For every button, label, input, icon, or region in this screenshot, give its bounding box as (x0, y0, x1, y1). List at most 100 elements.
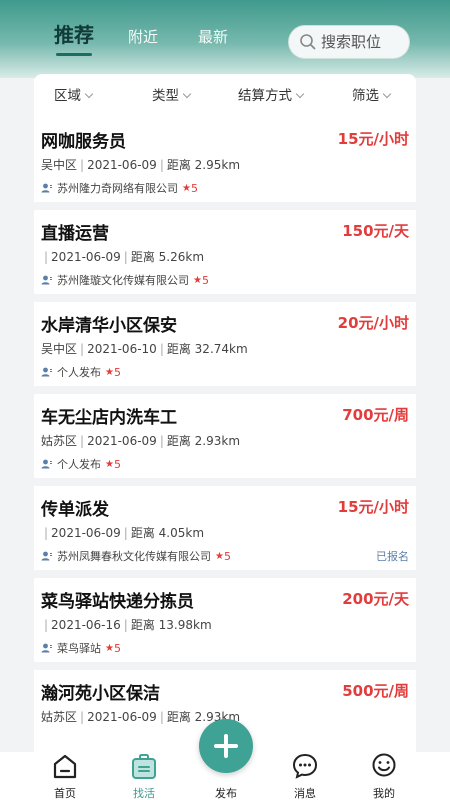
user-icon (41, 459, 52, 469)
poster-rating: 5 (113, 457, 121, 471)
job-card[interactable]: 传单派发 15元/小时 | 2021-06-09 | 距离 4.05km 苏州凤舞春秋… (34, 486, 416, 570)
nav-home[interactable]: 首页 (35, 752, 95, 800)
job-poster: 苏州隆璇文化传媒有限公司 ★ 5 (41, 272, 209, 288)
poster-name: 个人发布 (57, 458, 101, 471)
chevron-down-icon (84, 89, 94, 99)
poster-rating: 5 (113, 641, 121, 655)
job-card[interactable]: 网咖服务员 15元/小时 吴中区 | 2021-06-09 | 距离 2.95km 苏州… (34, 118, 416, 202)
job-district: 姑苏区 (41, 434, 78, 448)
tab-latest[interactable]: 最新 (198, 19, 228, 55)
job-poster: 苏州隆力奇网络有限公司 ★ 5 (41, 180, 198, 196)
job-distance: 距离 13.98km (130, 618, 212, 632)
user-icon (41, 183, 52, 193)
job-salary: 150元/天 (342, 222, 409, 240)
job-date: 2021-06-09 (51, 250, 121, 264)
filter-label: 结算方式 (238, 88, 292, 104)
poster-rating: 5 (223, 549, 231, 563)
tab-nearby[interactable]: 附近 (128, 19, 158, 55)
nav-find-jobs[interactable]: 找活 (114, 752, 174, 800)
job-meta: 姑苏区 | 2021-06-09 | 距离 2.93km (41, 434, 241, 448)
job-distance: 距离 4.05km (130, 526, 205, 540)
nav-label: 消息 (294, 787, 316, 800)
job-title: 直播运营 (41, 224, 109, 244)
job-card[interactable]: 直播运营 150元/天 | 2021-06-09 | 距离 5.26km 苏州隆璇文化… (34, 210, 416, 294)
job-meta: | 2021-06-09 | 距离 5.26km (44, 250, 205, 264)
job-salary: 15元/小时 (337, 130, 409, 148)
tab-label: 最新 (198, 28, 229, 46)
filter-label: 筛选 (352, 88, 379, 104)
job-title: 网咖服务员 (41, 132, 126, 152)
job-district: 吴中区 (41, 342, 78, 356)
filter-type[interactable]: 类型 (152, 74, 192, 118)
job-poster: 个人发布 ★ 5 (41, 456, 121, 472)
star-icon: ★ (105, 458, 114, 470)
chevron-down-icon (382, 89, 392, 99)
job-date: 2021-06-09 (87, 434, 157, 448)
job-date: 2021-06-10 (87, 342, 157, 356)
search-box[interactable] (288, 25, 410, 59)
nav-messages[interactable]: 消息 (275, 752, 335, 800)
job-date: 2021-06-09 (87, 710, 157, 724)
nav-label: 找活 (133, 787, 155, 800)
star-icon: ★ (215, 550, 224, 562)
job-district: 姑苏区 (41, 710, 78, 724)
tab-recommended[interactable]: 推荐 (54, 18, 94, 56)
job-meta: | 2021-06-09 | 距离 4.05km (44, 526, 205, 540)
job-salary: 200元/天 (342, 590, 409, 608)
poster-name: 苏州隆力奇网络有限公司 (57, 182, 178, 195)
poster-name: 个人发布 (57, 366, 101, 379)
job-meta: 吴中区 | 2021-06-10 | 距离 32.74km (41, 342, 248, 356)
filter-label: 类型 (152, 88, 179, 104)
filter-label: 区域 (54, 88, 81, 104)
chevron-down-icon (295, 89, 305, 99)
job-date: 2021-06-16 (51, 618, 121, 632)
tab-label: 推荐 (54, 23, 94, 47)
job-meta: 吴中区 | 2021-06-09 | 距离 2.95km (41, 158, 241, 172)
job-poster: 苏州凤舞春秋文化传媒有限公司 ★ 5 (41, 548, 231, 564)
filter-bar: 区域 类型 结算方式 筛选 (34, 74, 416, 118)
briefcase-icon (132, 754, 156, 779)
job-title: 瀚河苑小区保洁 (41, 684, 160, 704)
filter-settlement[interactable]: 结算方式 (238, 74, 305, 118)
header: 推荐 附近 最新 (0, 0, 450, 78)
job-distance: 距离 2.93km (166, 434, 241, 448)
smile-face-icon (372, 753, 396, 777)
job-date: 2021-06-09 (51, 526, 121, 540)
poster-name: 菜鸟驿站 (57, 642, 101, 655)
job-distance: 距离 2.95km (166, 158, 241, 172)
job-salary: 20元/小时 (337, 314, 409, 332)
job-poster: 个人发布 ★ 5 (41, 364, 121, 380)
job-title: 车无尘店内洗车工 (41, 408, 177, 428)
user-icon (41, 643, 52, 653)
top-tabs: 推荐 附近 最新 (0, 18, 280, 58)
search-input[interactable] (321, 33, 403, 51)
publish-label: 发布 (215, 787, 237, 800)
poster-name: 苏州凤舞春秋文化传媒有限公司 (57, 550, 211, 563)
job-salary: 500元/周 (342, 682, 409, 700)
tab-underline (56, 53, 92, 56)
filter-more[interactable]: 筛选 (352, 74, 392, 118)
nav-label: 首页 (54, 787, 76, 800)
star-icon: ★ (105, 642, 114, 654)
job-district: 吴中区 (41, 158, 78, 172)
nav-profile[interactable]: 我的 (354, 752, 414, 800)
tab-label: 附近 (128, 28, 159, 46)
chat-icon (292, 753, 318, 779)
job-meta: | 2021-06-16 | 距离 13.98km (44, 618, 212, 632)
star-icon: ★ (105, 366, 114, 378)
poster-rating: 5 (201, 273, 209, 287)
job-date: 2021-06-09 (87, 158, 157, 172)
publish-button[interactable] (199, 719, 253, 773)
job-card[interactable]: 菜鸟驿站快递分拣员 200元/天 | 2021-06-16 | 距离 13.98km … (34, 578, 416, 662)
job-salary: 15元/小时 (337, 498, 409, 516)
poster-rating: 5 (190, 181, 198, 195)
home-icon (53, 754, 77, 779)
job-card[interactable]: 车无尘店内洗车工 700元/周 姑苏区 | 2021-06-09 | 距离 2.93km… (34, 394, 416, 478)
search-icon (300, 34, 316, 50)
chevron-down-icon (182, 89, 192, 99)
applied-badge: 已报名 (376, 550, 409, 563)
job-salary: 700元/周 (342, 406, 409, 424)
job-card[interactable]: 水岸清华小区保安 20元/小时 吴中区 | 2021-06-10 | 距离 32.74k… (34, 302, 416, 386)
filter-region[interactable]: 区域 (54, 74, 94, 118)
star-icon: ★ (193, 274, 202, 286)
